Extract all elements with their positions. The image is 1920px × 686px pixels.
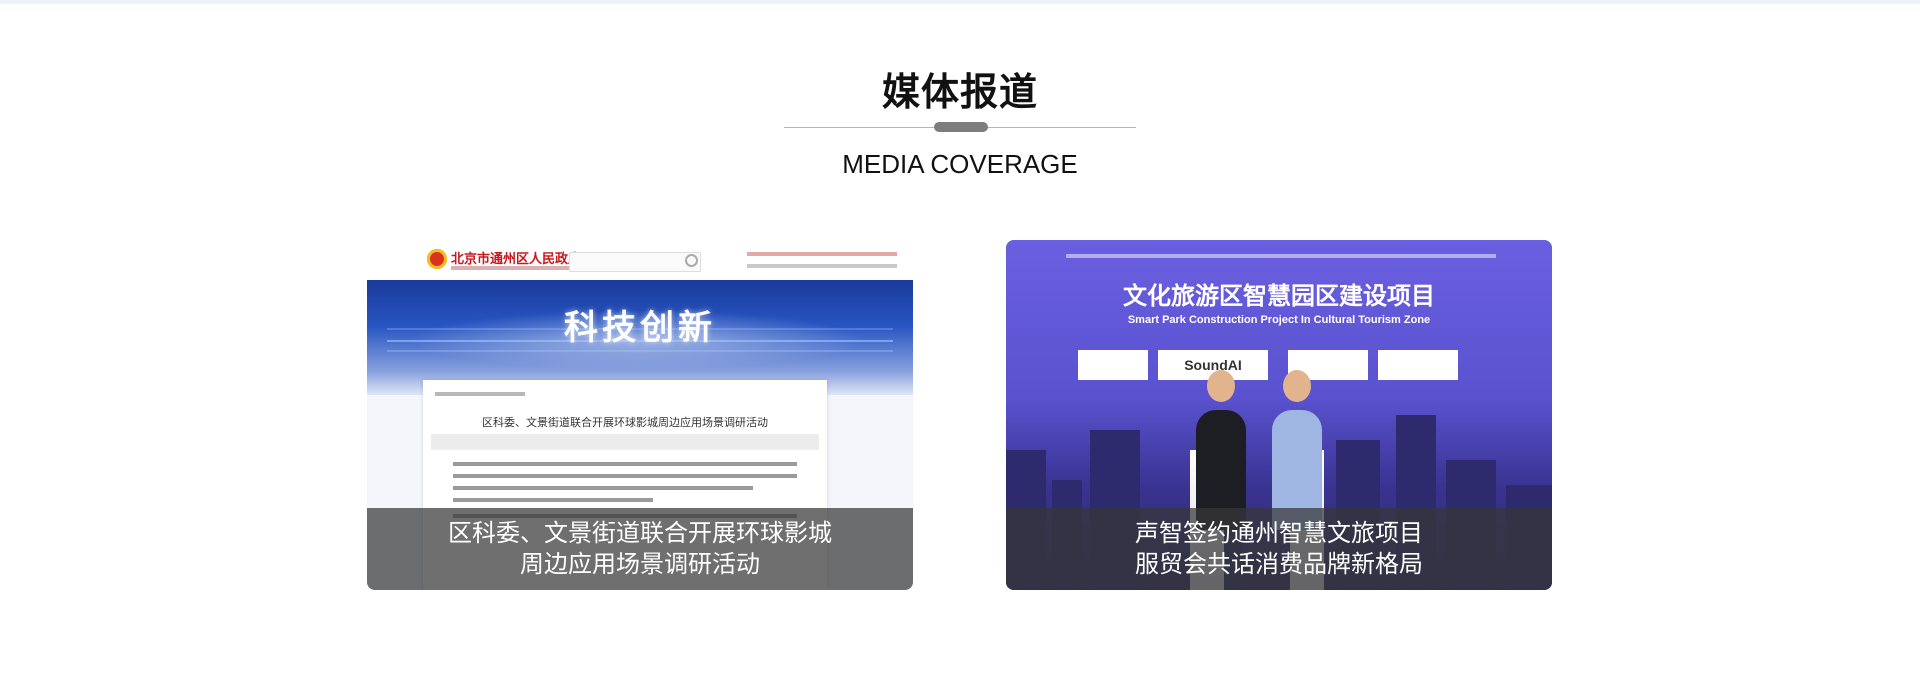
thumbnail-article-meta <box>431 434 819 450</box>
person-right-head <box>1283 370 1311 402</box>
sponsor-logo <box>1078 350 1148 380</box>
thumbnail-banner: 科技创新 <box>367 280 913 395</box>
thumbnail-site-name-en <box>451 266 571 270</box>
sponsor-logo-bar: SoundAI <box>1078 350 1478 380</box>
search-icon <box>685 254 698 267</box>
person-left-head <box>1207 370 1235 402</box>
thumbnail-site-name: 北京市通州区人民政府 <box>451 251 582 266</box>
thumbnail-article-heading: 区科委、文景街道联合开展环球影城周边应用场景调研活动 <box>482 416 768 429</box>
thumbnail-site-header: 北京市通州区人民政府 <box>367 240 913 280</box>
thumbnail-search-box <box>569 252 701 272</box>
caption-line-1: 区科委、文景街道联合开展环球影城 <box>448 519 832 547</box>
stage-subtitle-english: Smart Park Construction Project In Cultu… <box>1127 314 1431 326</box>
stage-english-heading <box>1066 254 1496 258</box>
national-emblem-icon <box>427 249 447 269</box>
media-card-soundai-signing[interactable]: 文化旅游区智慧园区建设项目 Smart Park Construction Pr… <box>1006 240 1552 590</box>
thumbnail-breadcrumb <box>435 392 525 396</box>
caption-line-2: 周边应用场景调研活动 <box>520 550 760 578</box>
thumbnail-text-line <box>453 498 653 502</box>
divider-pill <box>934 122 988 132</box>
sponsor-logo <box>1378 350 1458 380</box>
title-divider <box>784 120 1136 134</box>
caption-line-1: 声智签约通州智慧文旅项目 <box>1135 519 1423 547</box>
card-caption: 声智签约通州智慧文旅项目 服贸会共话消费品牌新格局 <box>1006 508 1552 590</box>
section-heading: 媒体报道 MEDIA COVERAGE <box>0 68 1920 180</box>
banner-text: 科技创新 <box>564 308 716 348</box>
section-subtitle: MEDIA COVERAGE <box>842 149 1078 179</box>
top-border-strip <box>0 0 1920 4</box>
thumbnail-text-line <box>453 486 753 490</box>
media-card-tongzhou-gov[interactable]: 北京市通州区人民政府 科技创新 区科委、文景街道联合开展环球影城周边应用场景调研… <box>367 240 913 590</box>
card-caption: 区科委、文景街道联合开展环球影城 周边应用场景调研活动 <box>367 508 913 590</box>
caption-line-2: 服贸会共话消费品牌新格局 <box>1135 550 1423 578</box>
thumbnail-text-line <box>453 474 797 478</box>
thumbnail-header-links <box>747 252 897 256</box>
stage-title: 文化旅游区智慧园区建设项目 <box>1123 282 1435 310</box>
thumbnail-text-line <box>453 462 797 466</box>
section-title: 媒体报道 <box>881 70 1038 114</box>
